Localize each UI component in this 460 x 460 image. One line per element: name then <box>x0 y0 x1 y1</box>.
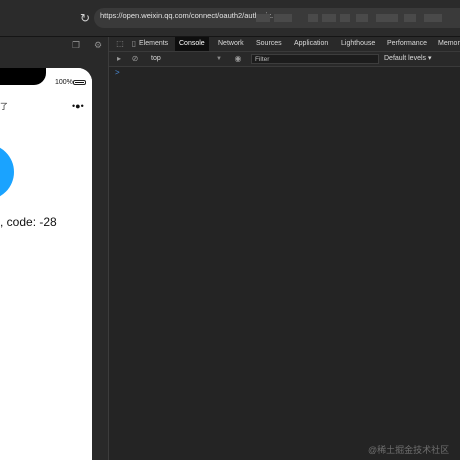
redacted-block <box>322 14 336 22</box>
redacted-block <box>376 14 398 22</box>
redacted-block <box>340 14 350 22</box>
redacted-block <box>308 14 318 22</box>
more-options-icon[interactable]: •●• <box>72 101 84 111</box>
log-levels-label: Default levels <box>384 55 427 62</box>
sensor-icon[interactable]: ⚙ <box>93 40 103 50</box>
devtools-panel: ⬚ ▯ Elements Console Network Sources App… <box>108 37 460 460</box>
nav-title: 了 <box>0 102 8 111</box>
eye-icon[interactable]: ◉ <box>233 54 243 64</box>
reload-icon[interactable]: ↻ <box>78 11 92 25</box>
tab-network[interactable]: Network <box>214 37 248 51</box>
tab-console[interactable]: Console <box>175 37 209 51</box>
tab-lighthouse[interactable]: Lighthouse <box>337 37 379 51</box>
redacted-block <box>274 14 292 22</box>
device-notch <box>0 68 46 85</box>
tab-application[interactable]: Application <box>290 37 332 51</box>
console-prompt[interactable]: > <box>115 68 120 77</box>
clear-console-icon[interactable]: ⊘ <box>130 54 140 64</box>
browser-toolbar: ↻ https://open.weixin.qq.com/connect/oau… <box>0 0 460 37</box>
redacted-block <box>356 14 368 22</box>
tab-elements[interactable]: Elements <box>135 37 172 51</box>
address-bar[interactable]: https://open.weixin.qq.com/connect/oauth… <box>94 8 460 28</box>
rotate-icon[interactable]: ❐ <box>71 40 81 50</box>
sidebar-toggle-icon[interactable]: ▸ <box>114 54 124 64</box>
watermark: @稀土掘金技术社区 <box>368 445 450 455</box>
battery-icon <box>73 80 86 85</box>
devtools-tab-bar: ⬚ ▯ Elements Console Network Sources App… <box>109 37 460 52</box>
tab-memory[interactable]: Memory <box>434 37 460 51</box>
status-circle-icon <box>0 144 14 200</box>
redacted-block <box>256 14 270 22</box>
error-message: , code: -28 <box>0 215 57 229</box>
url-text: https://open.weixin.qq.com/connect/oauth… <box>100 11 274 20</box>
console-toolbar: ▸ ⊘ top ▼ ◉ Default levels ▾ <box>109 52 460 67</box>
device-viewport: 100% 了 •●• , code: -28 <box>0 68 92 460</box>
console-filter-input[interactable] <box>251 54 379 64</box>
chevron-down-icon[interactable]: ▼ <box>216 52 222 66</box>
tab-sources[interactable]: Sources <box>252 37 286 51</box>
log-levels-dropdown[interactable]: Default levels ▾ <box>384 52 432 66</box>
tab-performance[interactable]: Performance <box>383 37 431 51</box>
redacted-block <box>404 14 416 22</box>
inspect-element-icon[interactable]: ⬚ <box>115 39 125 49</box>
redacted-block <box>424 14 442 22</box>
context-selector[interactable]: top <box>151 52 161 66</box>
status-bar: 100% <box>0 68 92 86</box>
battery-percentage: 100% <box>55 79 73 86</box>
